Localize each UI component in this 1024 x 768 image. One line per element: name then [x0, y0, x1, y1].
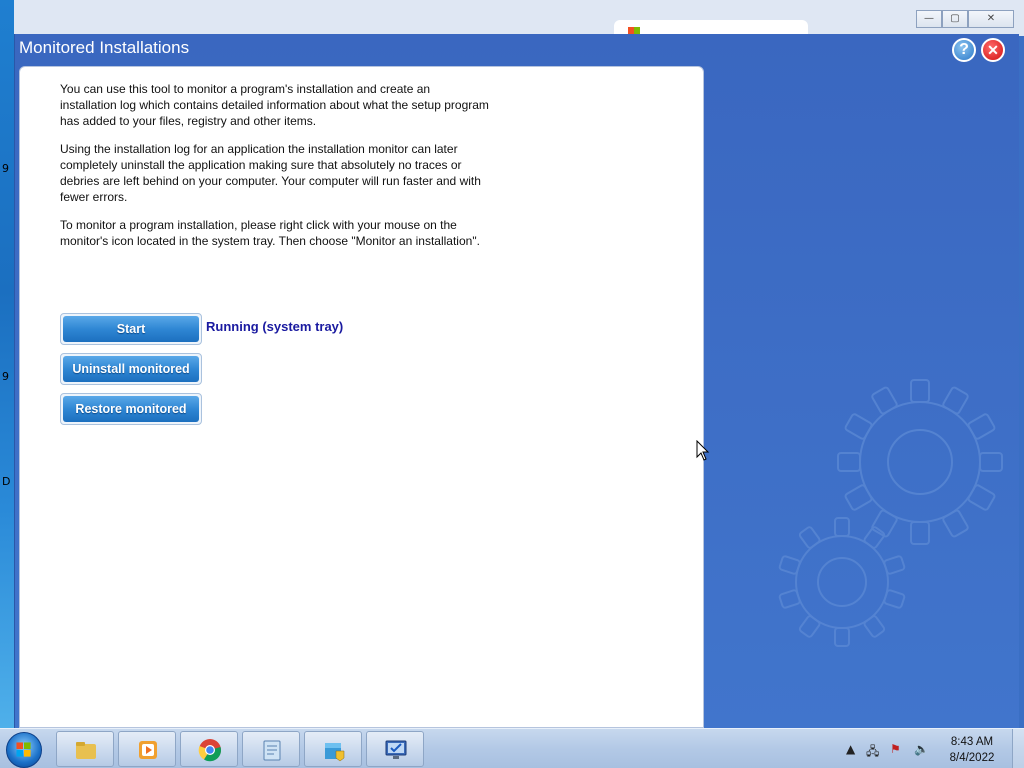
- close-button[interactable]: ✕: [981, 38, 1005, 62]
- start-button[interactable]: Start: [60, 313, 202, 345]
- gears-decoration-icon: [778, 379, 1003, 647]
- taskbar-chrome[interactable]: [180, 731, 238, 767]
- window-title: Monitored Installations: [19, 38, 190, 57]
- monitor-status-text: Running (system tray): [206, 319, 344, 334]
- desktop-background: 9 9 D: [0, 0, 14, 728]
- taskbar-explorer[interactable]: [56, 731, 114, 767]
- browser-close-icon[interactable]: ✕: [968, 10, 1014, 28]
- network-icon[interactable]: 🖧: [866, 742, 879, 763]
- background-browser-window: — ▢ ✕: [14, 0, 1024, 37]
- desktop-icon-label-fragment: 9: [2, 370, 9, 383]
- folder-icon: [76, 742, 96, 759]
- system-clock[interactable]: 8:43 AM 8/4/2022: [940, 734, 1004, 766]
- notepad-icon: [263, 740, 281, 761]
- desktop-icon-label-fragment: 9: [2, 162, 9, 175]
- instructions-paragraph: To monitor a program installation, pleas…: [60, 218, 480, 248]
- content-panel: You can use this tool to monitor a progr…: [19, 66, 704, 728]
- clock-time: 8:43 AM: [950, 736, 994, 748]
- intro-paragraph: You can use this tool to monitor a progr…: [60, 82, 489, 128]
- media-player-icon: [139, 741, 157, 759]
- show-desktop-button[interactable]: [1012, 729, 1024, 768]
- monitor-app-icon: [385, 740, 407, 759]
- taskbar-notepad[interactable]: [242, 731, 300, 767]
- monitored-installations-window: Monitored Installations ? ✕ You can use …: [14, 34, 1019, 728]
- minimize-icon[interactable]: —: [916, 10, 942, 28]
- windows-logo-icon: [16, 742, 31, 757]
- taskbar-monitor-app[interactable]: [366, 731, 424, 767]
- mouse-cursor-icon: [696, 440, 710, 461]
- show-hidden-icons-icon[interactable]: ▲: [846, 742, 855, 756]
- desktop-icon-label-fragment: D: [2, 475, 11, 488]
- start-button-label: Start: [63, 316, 199, 342]
- title-bar: Monitored Installations ? ✕: [15, 34, 1020, 64]
- action-center-flag-icon[interactable]: ⚑: [890, 742, 901, 756]
- chrome-icon: [198, 739, 222, 762]
- volume-icon[interactable]: 🔈: [914, 742, 929, 756]
- uninstall-monitored-button[interactable]: Uninstall monitored: [60, 353, 202, 385]
- start-button[interactable]: [6, 732, 42, 768]
- clock-date: 8/4/2022: [949, 752, 995, 764]
- uninstall-monitored-label: Uninstall monitored: [63, 356, 199, 382]
- maximize-icon[interactable]: ▢: [942, 10, 968, 28]
- installer-box-icon: [325, 743, 345, 762]
- taskbar: ▲ 🖧 ⚑ 🔈 8:43 AM 8/4/2022: [0, 728, 1024, 768]
- help-button[interactable]: ?: [952, 38, 976, 62]
- restore-monitored-label: Restore monitored: [63, 396, 199, 422]
- taskbar-media-player[interactable]: [118, 731, 176, 767]
- taskbar-installer[interactable]: [304, 731, 362, 767]
- restore-monitored-button[interactable]: Restore monitored: [60, 393, 202, 425]
- uninstall-paragraph: Using the installation log for an applic…: [60, 142, 481, 204]
